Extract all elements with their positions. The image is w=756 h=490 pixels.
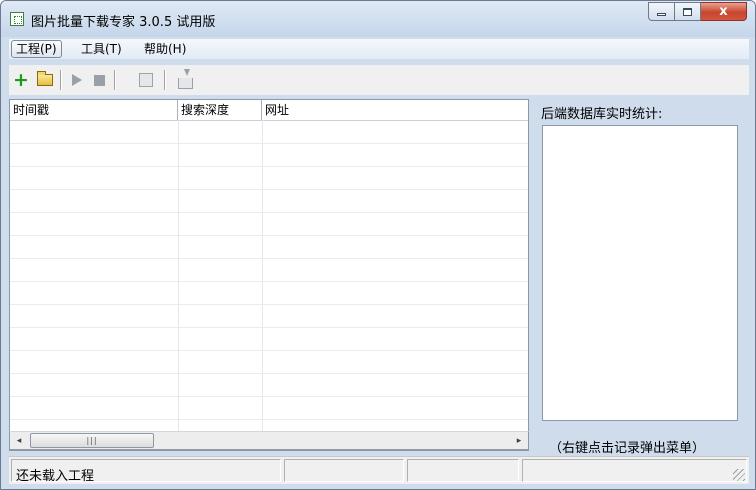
maximize-button[interactable]: [675, 2, 701, 21]
start-button[interactable]: [67, 69, 87, 91]
menu-bar: 工程(P) 工具(T) 帮助(H): [9, 39, 749, 59]
stop-button[interactable]: [89, 69, 109, 91]
table-row-line: [10, 304, 528, 305]
menu-tools[interactable]: 工具(T): [77, 40, 126, 58]
maximize-icon: [683, 7, 692, 16]
status-bar: 还未载入工程: [9, 456, 749, 484]
context-menu-hint: （右键点击记录弹出菜单）: [549, 441, 706, 456]
toolbar-separator: [164, 70, 166, 90]
table-row-line: [10, 166, 528, 167]
column-header-url[interactable]: 网址: [262, 100, 528, 120]
toolbar: +: [9, 65, 749, 95]
app-window: 图片批量下载专家 3.0.5 试用版 x 工程(P) 工具(T) 帮助(H) +: [0, 0, 756, 490]
close-icon: x: [719, 4, 728, 19]
column-grid-line: [178, 120, 179, 450]
menu-help[interactable]: 帮助(H): [140, 40, 190, 58]
title-bar[interactable]: 图片批量下载专家 3.0.5 试用版 x: [1, 1, 755, 37]
table-row-line: [10, 212, 528, 213]
table-row-line: [10, 373, 528, 374]
horizontal-scrollbar[interactable]: ◂ ||| ▸: [9, 431, 529, 450]
export-button[interactable]: [175, 68, 195, 91]
status-panel: [407, 459, 519, 482]
properties-icon: [139, 73, 153, 87]
scroll-right-icon[interactable]: ▸: [511, 433, 527, 449]
stats-label: 后端数据库实时统计:: [541, 107, 663, 122]
column-divider[interactable]: [177, 100, 178, 120]
minimize-button[interactable]: [648, 2, 675, 21]
toolbar-separator: [114, 70, 116, 90]
stop-icon: [93, 74, 105, 86]
table-header: 时间戳 搜索深度 网址: [10, 100, 528, 121]
app-icon: [10, 12, 24, 26]
table-row-line: [10, 281, 528, 282]
status-message: 还未载入工程: [16, 469, 95, 484]
add-icon: +: [13, 68, 29, 91]
play-icon: [72, 74, 82, 86]
table-row-line: [10, 235, 528, 236]
table-row-line: [10, 258, 528, 259]
minimize-icon: [657, 13, 666, 16]
grip-icon: |||: [86, 435, 98, 445]
table-row-line: [10, 350, 528, 351]
scroll-left-icon[interactable]: ◂: [11, 433, 27, 449]
export-icon: [177, 68, 193, 89]
table-row-line: [10, 327, 528, 328]
stats-panel[interactable]: [542, 125, 738, 421]
status-panel: [522, 459, 747, 482]
scroll-thumb[interactable]: |||: [30, 433, 154, 448]
open-project-button[interactable]: [35, 69, 55, 91]
window-controls: x: [648, 2, 747, 22]
properties-button[interactable]: [136, 69, 156, 91]
menu-project[interactable]: 工程(P): [11, 40, 62, 58]
status-panel: [284, 459, 404, 482]
table-row-line: [10, 189, 528, 190]
records-table[interactable]: 时间戳 搜索深度 网址: [9, 99, 529, 451]
column-header-timestamp[interactable]: 时间戳: [10, 100, 178, 120]
column-grid-line: [262, 120, 263, 450]
column-header-depth[interactable]: 搜索深度: [178, 100, 262, 120]
close-button[interactable]: x: [701, 2, 747, 21]
open-folder-icon: [37, 71, 53, 86]
table-row-line: [10, 396, 528, 397]
column-divider[interactable]: [261, 100, 262, 120]
resize-grip-icon[interactable]: [733, 469, 745, 481]
status-panel-message: 还未载入工程: [11, 459, 281, 484]
table-row-line: [10, 143, 528, 144]
table-row-line: [10, 419, 528, 420]
window-title: 图片批量下载专家 3.0.5 试用版: [31, 15, 216, 30]
toolbar-separator: [60, 70, 62, 90]
add-project-button[interactable]: +: [11, 69, 31, 91]
